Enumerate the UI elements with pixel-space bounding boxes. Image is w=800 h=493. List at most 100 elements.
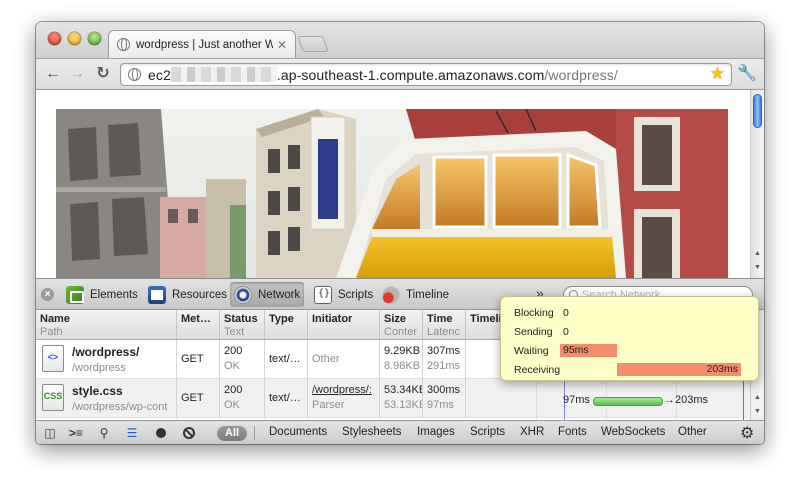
tab-network[interactable]: Network xyxy=(230,282,305,307)
scroll-up-arrow[interactable]: ▲ xyxy=(754,250,761,257)
bookmark-star-icon[interactable]: ★ xyxy=(710,64,725,84)
tab-label: Scripts xyxy=(338,288,374,301)
column-label: Met… xyxy=(181,313,211,325)
browser-tab[interactable]: wordpress | Just another Wo ✕ xyxy=(108,30,296,58)
receiving-value: 203ms xyxy=(706,363,738,375)
new-tab-button[interactable] xyxy=(297,36,329,52)
column-size[interactable]: Size Conter xyxy=(380,310,423,339)
console-icon[interactable]: >≡ xyxy=(68,425,84,441)
close-window-button[interactable] xyxy=(48,32,61,45)
scripts-icon xyxy=(314,285,332,304)
page-viewport xyxy=(36,90,750,278)
waiting-value: 95ms xyxy=(563,344,589,356)
divider xyxy=(254,426,255,440)
initiator-type: Parser xyxy=(312,399,345,411)
type-cell: text/… xyxy=(265,340,308,379)
url-text[interactable]: ec2 .ap-southeast-1.compute.amazonaws.com… xyxy=(148,67,618,83)
devtools-status-bar: ◫ >≡ ⚲ ☰ All Documents Stylesheets Image… xyxy=(36,420,764,444)
tab-label: Resources xyxy=(172,288,227,301)
request-timeline-bar[interactable] xyxy=(593,397,663,406)
address-bar[interactable]: ec2 .ap-southeast-1.compute.amazonaws.com… xyxy=(120,63,732,86)
url-host: .ap-southeast-1.compute.amazonaws.com xyxy=(276,67,545,83)
time-value: 307ms xyxy=(427,345,461,357)
close-tab-icon[interactable]: ✕ xyxy=(277,38,287,52)
globe-icon xyxy=(128,68,141,81)
tab-label: Elements xyxy=(90,288,138,301)
request-name-cell: style.css/wordpress/wp-cont xyxy=(36,379,177,418)
tram-photo-illustration xyxy=(56,109,728,278)
request-name: /wordpress/ xyxy=(72,345,140,359)
filter-documents[interactable]: Documents xyxy=(269,426,327,438)
wrench-menu-icon[interactable]: 🔧 xyxy=(737,63,757,83)
filter-all-button[interactable]: All xyxy=(217,426,248,441)
page-scrollbar-thumb[interactable] xyxy=(753,94,762,128)
filter-images[interactable]: Images xyxy=(417,426,455,438)
back-button[interactable]: ← xyxy=(42,64,64,84)
column-name[interactable]: Name Path xyxy=(36,310,177,339)
search-icon[interactable]: ⚲ xyxy=(96,425,112,441)
column-method[interactable]: Met… xyxy=(177,310,220,339)
status-text: OK xyxy=(224,399,240,411)
filter-scripts[interactable]: Scripts xyxy=(470,426,505,438)
blocking-label: Blocking xyxy=(514,307,554,319)
tab-title: wordpress | Just another Wo xyxy=(136,38,273,51)
time-value: 300ms xyxy=(427,384,461,396)
title-bar: wordpress | Just another Wo ✕ xyxy=(36,22,764,58)
initiator-cell: Other xyxy=(308,340,380,379)
column-initiator[interactable]: Initiator xyxy=(308,310,380,339)
scroll-down-arrow[interactable]: ▼ xyxy=(754,408,761,415)
tab-scripts[interactable]: Scripts xyxy=(310,282,377,307)
tab-resources[interactable]: Resources xyxy=(144,282,231,307)
initiator-link[interactable]: /wordpress/: xyxy=(312,384,375,396)
filter-stylesheets[interactable]: Stylesheets xyxy=(342,426,401,438)
status-cell: 200 OK xyxy=(220,340,265,379)
column-label: Initiator xyxy=(312,313,353,325)
timeline-latency-label: 97ms xyxy=(563,394,590,406)
size-value: 53.34KB xyxy=(384,384,423,396)
column-label: Status xyxy=(224,313,258,325)
filter-xhr[interactable]: XHR xyxy=(520,426,544,438)
content-size: 53.13KB xyxy=(384,399,423,411)
zoom-window-button[interactable] xyxy=(88,32,101,45)
filter-websockets[interactable]: WebSockets xyxy=(601,426,665,438)
scroll-down-arrow[interactable]: ▼ xyxy=(754,264,761,271)
tab-elements[interactable]: Elements xyxy=(62,282,142,307)
dock-icon[interactable]: ◫ xyxy=(42,425,58,441)
filter-fonts[interactable]: Fonts xyxy=(558,426,587,438)
record-icon[interactable] xyxy=(156,428,166,438)
size-cell: 9.29KB 8.98KB xyxy=(380,340,423,379)
time-cell: 307ms 291ms xyxy=(423,340,466,379)
status-text: OK xyxy=(224,360,240,372)
url-path: /wordpress/ xyxy=(544,67,618,83)
column-label: Time xyxy=(427,313,453,325)
reload-button[interactable]: ↻ xyxy=(92,64,114,84)
initiator-cell: /wordpress/: Parser xyxy=(308,379,380,418)
column-time[interactable]: Time Latenc xyxy=(423,310,466,339)
column-type[interactable]: Type xyxy=(265,310,308,339)
column-sublabel: Text xyxy=(224,326,245,338)
column-label: Type xyxy=(269,313,294,325)
sending-value: 0 xyxy=(563,326,569,338)
column-sublabel: Path xyxy=(40,326,63,338)
gear-icon[interactable]: ⚙ xyxy=(740,423,754,443)
column-label: Size xyxy=(384,313,407,325)
tab-label: Network xyxy=(258,288,301,301)
scroll-up-arrow[interactable]: ▲ xyxy=(754,394,761,401)
forward-button[interactable]: → xyxy=(66,64,88,84)
method-cell: GET xyxy=(177,340,220,379)
timing-popover: Blocking 0 Sending 0 Waiting 95ms Receiv… xyxy=(500,296,759,381)
close-devtools-icon[interactable]: × xyxy=(41,288,54,301)
clear-icon[interactable] xyxy=(183,427,195,439)
elements-icon xyxy=(66,285,84,304)
large-rows-icon[interactable]: ☰ xyxy=(124,425,140,441)
request-path: /wordpress/wp-cont xyxy=(72,401,168,413)
latency-value: 291ms xyxy=(427,360,461,372)
content-size: 8.98KB xyxy=(384,360,421,372)
redacted-region xyxy=(170,67,277,82)
tab-timeline[interactable]: Timeline xyxy=(378,282,453,307)
minimize-window-button[interactable] xyxy=(68,32,81,45)
filter-other[interactable]: Other xyxy=(678,426,707,438)
column-status[interactable]: Status Text xyxy=(220,310,265,339)
page-scrollbar[interactable]: ▲ ▼ xyxy=(750,90,764,278)
receiving-bar: 203ms xyxy=(617,363,741,376)
